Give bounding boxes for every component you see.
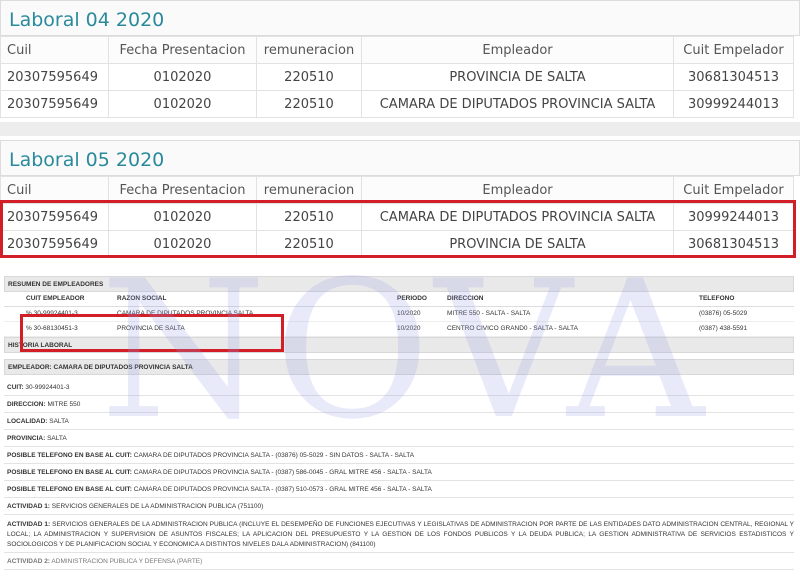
- cell: (0387) 438-5591: [696, 321, 794, 337]
- cell: 0102020: [108, 90, 257, 118]
- cell: (03876) 05-5029: [696, 306, 794, 322]
- cell: 0102020: [108, 63, 257, 91]
- cell: CENTRO CIVICO GRAND0 - SALTA - SALTA: [444, 321, 696, 337]
- info-line: CUIT: 30-99924401-3: [4, 379, 794, 396]
- divider: [0, 122, 800, 136]
- cell: 220510: [256, 63, 362, 91]
- laboral-table: Cuil Fecha Presentacion remuneracion Emp…: [0, 36, 794, 118]
- info-line: ACTIVIDAD 1: SERVICIOS GENERALES DE LA A…: [4, 498, 794, 515]
- highlight-box: [20, 314, 284, 352]
- cell: 30999244013: [673, 90, 794, 118]
- cell: 220510: [256, 90, 362, 118]
- info-line: PROVINCIA: SALTA: [4, 430, 794, 447]
- highlight-box: [0, 200, 796, 258]
- cell: 30681304513: [673, 63, 794, 91]
- info-line: POSIBLE TELEFONO EN BASE AL CUIT: CAMARA…: [4, 481, 794, 498]
- col-telefono: TELEFONO: [696, 292, 794, 307]
- col-cuil: Cuil: [0, 36, 109, 64]
- cell: MITRE 550 - SALTA - SALTA: [444, 306, 696, 322]
- cell: 20307595649: [0, 63, 109, 91]
- cell: 20307595649: [0, 90, 109, 118]
- cell: PROVINCIA DE SALTA: [361, 63, 674, 91]
- col-razon-social: RAZON SOCIAL: [114, 292, 394, 307]
- info-line: POSIBLE TELEFONO EN BASE AL CUIT: CAMARA…: [4, 464, 794, 481]
- empleador-title: EMPLEADOR: CAMARA DE DIPUTADOS PROVINCIA…: [4, 358, 794, 375]
- col-fecha: Fecha Presentacion: [108, 36, 257, 64]
- col-periodo: PERIODO: [394, 292, 444, 307]
- info-line: POSIBLE TELEFONO EN BASE AL CUIT: CAMARA…: [4, 447, 794, 464]
- section-title: Laboral 05 2020: [0, 140, 800, 176]
- info-line: ACTIVIDAD 1: SERVICIOS GENERALES DE LA A…: [4, 515, 794, 553]
- table-row: 20307595649 0102020 220510 CAMARA DE DIP…: [0, 90, 794, 118]
- col-direccion: DIRECCION: [444, 292, 696, 307]
- resumen-title: RESUMEN DE EMPLEADORES: [4, 276, 794, 292]
- col-remuneracion: remuneracion: [256, 36, 362, 64]
- info-line: ACTIVIDAD 2: ADMINISTRACION PUBLICA Y DE…: [4, 553, 794, 570]
- section-laboral-04: Laboral 04 2020 Cuil Fecha Presentacion …: [0, 0, 800, 118]
- info-line: LOCALIDAD: SALTA: [4, 413, 794, 430]
- section-title: Laboral 04 2020: [0, 0, 800, 36]
- col-empleador: Empleador: [361, 36, 674, 64]
- cell: CAMARA DE DIPUTADOS PROVINCIA SALTA: [361, 90, 674, 118]
- col-cuit-empleador: CUIT EMPLEADOR: [4, 292, 114, 307]
- cell: 10/2020: [394, 306, 444, 322]
- table-row: 20307595649 0102020 220510 PROVINCIA DE …: [0, 63, 794, 91]
- info-line: DIRECCION: MITRE 550: [4, 396, 794, 413]
- cell: 10/2020: [394, 321, 444, 337]
- col-cuit: Cuit Empelador: [673, 36, 794, 64]
